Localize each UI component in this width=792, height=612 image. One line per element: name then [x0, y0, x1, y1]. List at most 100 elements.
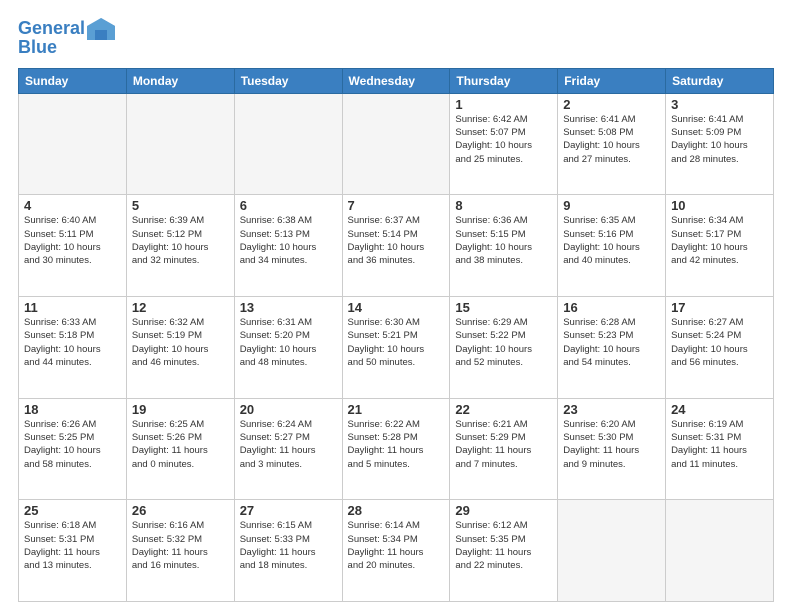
calendar-header-saturday: Saturday — [666, 68, 774, 93]
calendar-cell: 15Sunrise: 6:29 AMSunset: 5:22 PMDayligh… — [450, 297, 558, 399]
day-number: 29 — [455, 503, 552, 518]
calendar-cell: 25Sunrise: 6:18 AMSunset: 5:31 PMDayligh… — [19, 500, 127, 602]
day-info: Sunrise: 6:38 AMSunset: 5:13 PMDaylight:… — [240, 214, 337, 267]
calendar-cell: 14Sunrise: 6:30 AMSunset: 5:21 PMDayligh… — [342, 297, 450, 399]
day-number: 12 — [132, 300, 229, 315]
day-info: Sunrise: 6:40 AMSunset: 5:11 PMDaylight:… — [24, 214, 121, 267]
day-info: Sunrise: 6:19 AMSunset: 5:31 PMDaylight:… — [671, 418, 768, 471]
day-number: 4 — [24, 198, 121, 213]
day-number: 24 — [671, 402, 768, 417]
calendar-cell: 22Sunrise: 6:21 AMSunset: 5:29 PMDayligh… — [450, 398, 558, 500]
day-number: 22 — [455, 402, 552, 417]
calendar-cell — [558, 500, 666, 602]
calendar-header-sunday: Sunday — [19, 68, 127, 93]
day-number: 28 — [348, 503, 445, 518]
calendar-cell: 3Sunrise: 6:41 AMSunset: 5:09 PMDaylight… — [666, 93, 774, 195]
calendar-cell: 21Sunrise: 6:22 AMSunset: 5:28 PMDayligh… — [342, 398, 450, 500]
day-info: Sunrise: 6:37 AMSunset: 5:14 PMDaylight:… — [348, 214, 445, 267]
day-info: Sunrise: 6:39 AMSunset: 5:12 PMDaylight:… — [132, 214, 229, 267]
calendar-cell — [666, 500, 774, 602]
calendar-cell: 17Sunrise: 6:27 AMSunset: 5:24 PMDayligh… — [666, 297, 774, 399]
calendar-cell: 2Sunrise: 6:41 AMSunset: 5:08 PMDaylight… — [558, 93, 666, 195]
calendar-week-2: 4Sunrise: 6:40 AMSunset: 5:11 PMDaylight… — [19, 195, 774, 297]
calendar-cell: 10Sunrise: 6:34 AMSunset: 5:17 PMDayligh… — [666, 195, 774, 297]
calendar-cell: 4Sunrise: 6:40 AMSunset: 5:11 PMDaylight… — [19, 195, 127, 297]
day-info: Sunrise: 6:24 AMSunset: 5:27 PMDaylight:… — [240, 418, 337, 471]
day-number: 3 — [671, 97, 768, 112]
calendar-cell: 11Sunrise: 6:33 AMSunset: 5:18 PMDayligh… — [19, 297, 127, 399]
day-number: 16 — [563, 300, 660, 315]
day-number: 20 — [240, 402, 337, 417]
day-info: Sunrise: 6:36 AMSunset: 5:15 PMDaylight:… — [455, 214, 552, 267]
calendar-week-5: 25Sunrise: 6:18 AMSunset: 5:31 PMDayligh… — [19, 500, 774, 602]
calendar-cell: 6Sunrise: 6:38 AMSunset: 5:13 PMDaylight… — [234, 195, 342, 297]
day-number: 10 — [671, 198, 768, 213]
calendar-cell: 19Sunrise: 6:25 AMSunset: 5:26 PMDayligh… — [126, 398, 234, 500]
calendar-header-wednesday: Wednesday — [342, 68, 450, 93]
calendar-header-thursday: Thursday — [450, 68, 558, 93]
day-info: Sunrise: 6:12 AMSunset: 5:35 PMDaylight:… — [455, 519, 552, 572]
calendar-cell: 18Sunrise: 6:26 AMSunset: 5:25 PMDayligh… — [19, 398, 127, 500]
calendar-header-tuesday: Tuesday — [234, 68, 342, 93]
day-number: 26 — [132, 503, 229, 518]
day-number: 17 — [671, 300, 768, 315]
calendar-cell: 27Sunrise: 6:15 AMSunset: 5:33 PMDayligh… — [234, 500, 342, 602]
calendar-cell: 7Sunrise: 6:37 AMSunset: 5:14 PMDaylight… — [342, 195, 450, 297]
day-number: 27 — [240, 503, 337, 518]
day-info: Sunrise: 6:16 AMSunset: 5:32 PMDaylight:… — [132, 519, 229, 572]
calendar-header-monday: Monday — [126, 68, 234, 93]
day-info: Sunrise: 6:22 AMSunset: 5:28 PMDaylight:… — [348, 418, 445, 471]
calendar-cell: 20Sunrise: 6:24 AMSunset: 5:27 PMDayligh… — [234, 398, 342, 500]
day-number: 1 — [455, 97, 552, 112]
calendar-cell: 13Sunrise: 6:31 AMSunset: 5:20 PMDayligh… — [234, 297, 342, 399]
calendar-cell — [234, 93, 342, 195]
day-info: Sunrise: 6:15 AMSunset: 5:33 PMDaylight:… — [240, 519, 337, 572]
day-number: 19 — [132, 402, 229, 417]
day-info: Sunrise: 6:32 AMSunset: 5:19 PMDaylight:… — [132, 316, 229, 369]
calendar-header-row: SundayMondayTuesdayWednesdayThursdayFrid… — [19, 68, 774, 93]
logo-text-blue: Blue — [18, 38, 57, 58]
day-number: 18 — [24, 402, 121, 417]
day-number: 25 — [24, 503, 121, 518]
calendar-cell: 29Sunrise: 6:12 AMSunset: 5:35 PMDayligh… — [450, 500, 558, 602]
calendar-cell: 12Sunrise: 6:32 AMSunset: 5:19 PMDayligh… — [126, 297, 234, 399]
day-info: Sunrise: 6:33 AMSunset: 5:18 PMDaylight:… — [24, 316, 121, 369]
day-number: 11 — [24, 300, 121, 315]
calendar-cell: 26Sunrise: 6:16 AMSunset: 5:32 PMDayligh… — [126, 500, 234, 602]
calendar-header-friday: Friday — [558, 68, 666, 93]
day-info: Sunrise: 6:26 AMSunset: 5:25 PMDaylight:… — [24, 418, 121, 471]
calendar-cell: 24Sunrise: 6:19 AMSunset: 5:31 PMDayligh… — [666, 398, 774, 500]
day-info: Sunrise: 6:14 AMSunset: 5:34 PMDaylight:… — [348, 519, 445, 572]
calendar-cell: 16Sunrise: 6:28 AMSunset: 5:23 PMDayligh… — [558, 297, 666, 399]
day-number: 8 — [455, 198, 552, 213]
day-info: Sunrise: 6:18 AMSunset: 5:31 PMDaylight:… — [24, 519, 121, 572]
calendar-week-1: 1Sunrise: 6:42 AMSunset: 5:07 PMDaylight… — [19, 93, 774, 195]
day-number: 21 — [348, 402, 445, 417]
day-info: Sunrise: 6:28 AMSunset: 5:23 PMDaylight:… — [563, 316, 660, 369]
calendar-cell — [342, 93, 450, 195]
day-info: Sunrise: 6:41 AMSunset: 5:08 PMDaylight:… — [563, 113, 660, 166]
calendar-cell: 8Sunrise: 6:36 AMSunset: 5:15 PMDaylight… — [450, 195, 558, 297]
header: General Blue — [18, 18, 774, 58]
calendar-week-4: 18Sunrise: 6:26 AMSunset: 5:25 PMDayligh… — [19, 398, 774, 500]
day-info: Sunrise: 6:20 AMSunset: 5:30 PMDaylight:… — [563, 418, 660, 471]
day-info: Sunrise: 6:34 AMSunset: 5:17 PMDaylight:… — [671, 214, 768, 267]
calendar-cell — [19, 93, 127, 195]
calendar-cell: 23Sunrise: 6:20 AMSunset: 5:30 PMDayligh… — [558, 398, 666, 500]
day-number: 2 — [563, 97, 660, 112]
day-info: Sunrise: 6:21 AMSunset: 5:29 PMDaylight:… — [455, 418, 552, 471]
day-info: Sunrise: 6:41 AMSunset: 5:09 PMDaylight:… — [671, 113, 768, 166]
day-info: Sunrise: 6:30 AMSunset: 5:21 PMDaylight:… — [348, 316, 445, 369]
day-number: 15 — [455, 300, 552, 315]
day-number: 23 — [563, 402, 660, 417]
calendar-cell: 9Sunrise: 6:35 AMSunset: 5:16 PMDaylight… — [558, 195, 666, 297]
day-number: 13 — [240, 300, 337, 315]
logo-text: General — [18, 19, 85, 39]
day-number: 14 — [348, 300, 445, 315]
calendar-cell: 1Sunrise: 6:42 AMSunset: 5:07 PMDaylight… — [450, 93, 558, 195]
day-info: Sunrise: 6:29 AMSunset: 5:22 PMDaylight:… — [455, 316, 552, 369]
calendar-cell — [126, 93, 234, 195]
logo: General Blue — [18, 18, 119, 58]
day-number: 5 — [132, 198, 229, 213]
page-container: General Blue SundayMondayTuesdayWednesda… — [0, 0, 792, 612]
